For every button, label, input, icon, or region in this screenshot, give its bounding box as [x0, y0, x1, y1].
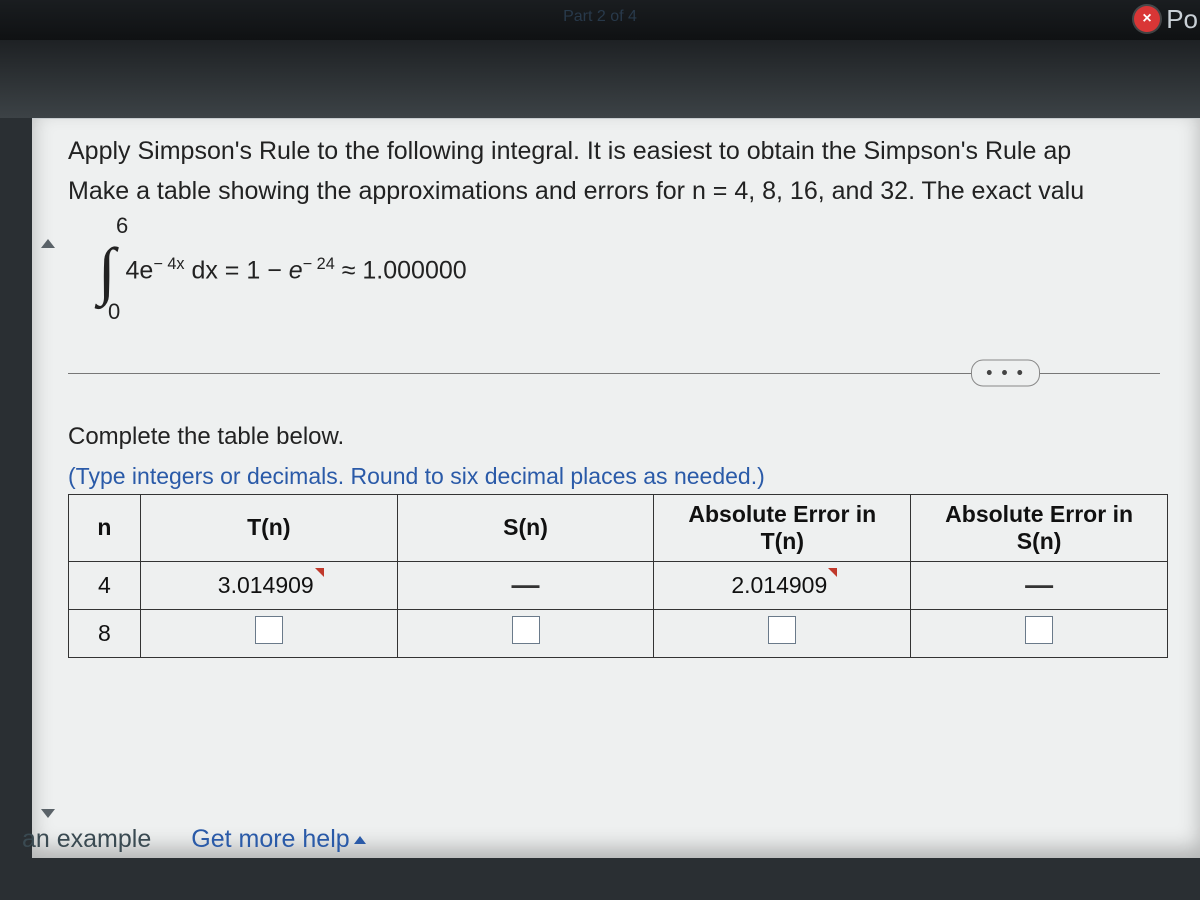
answer-input[interactable]	[255, 616, 283, 644]
table-header-row: n T(n) S(n) Absolute Error in T(n) Absol…	[69, 494, 1168, 561]
col-header-n: n	[69, 494, 141, 561]
integral-upper-limit: 6	[116, 215, 128, 237]
cell-n: 4	[69, 561, 141, 609]
table-row: 8	[69, 609, 1168, 657]
chevron-up-icon	[354, 836, 366, 844]
answer-table: n T(n) S(n) Absolute Error in T(n) Absol…	[68, 494, 1168, 658]
part-indicator: Part 2 of 4	[563, 8, 637, 26]
window-topbar: Part 2 of 4 × Po	[0, 0, 1200, 40]
header-shadow	[0, 40, 1200, 118]
answer-input[interactable]	[1025, 616, 1053, 644]
cell-sn: —	[397, 561, 654, 609]
section-divider: • • •	[68, 353, 1160, 393]
col-header-tn: T(n)	[140, 494, 397, 561]
integral-sign-icon: ∫ 6 0	[98, 239, 116, 303]
scroll-rail	[38, 119, 58, 858]
cell-tn: 3.014909	[140, 561, 397, 609]
filled-answer[interactable]: 3.014909	[218, 572, 320, 599]
dash-icon: —	[512, 569, 540, 600]
col-header-err-sn: Absolute Error in S(n)	[911, 494, 1168, 561]
example-link[interactable]: an example	[22, 825, 151, 854]
col-header-err-tn: Absolute Error in T(n)	[654, 494, 911, 561]
more-options-button[interactable]: • • •	[971, 359, 1040, 386]
bottom-link-row: an example Get more help	[22, 825, 366, 854]
scroll-up-icon[interactable]	[41, 239, 55, 248]
close-icon[interactable]: ×	[1134, 6, 1160, 32]
input-hint: (Type integers or decimals. Round to six…	[68, 463, 1200, 490]
filled-answer[interactable]: 2.014909	[731, 572, 833, 599]
cell-n: 8	[69, 609, 141, 657]
cell-sn	[397, 609, 654, 657]
prompt-line-2: Make a table showing the approximations …	[68, 175, 1200, 209]
cell-err-tn	[654, 609, 911, 657]
table-row: 4 3.014909 — 2.014909 —	[69, 561, 1168, 609]
title-fragment: Po	[1166, 4, 1198, 35]
integral-expression: ∫ 6 0 4e− 4x dx = 1 − e− 24 ≈ 1.000000	[98, 239, 1200, 303]
dash-icon: —	[1025, 569, 1053, 600]
get-more-help-link[interactable]: Get more help	[191, 825, 365, 854]
integral-lower-limit: 0	[108, 301, 120, 323]
answer-input[interactable]	[512, 616, 540, 644]
scroll-down-icon[interactable]	[41, 809, 55, 818]
answer-input[interactable]	[768, 616, 796, 644]
cell-err-sn	[911, 609, 1168, 657]
question-panel: Apply Simpson's Rule to the following in…	[32, 118, 1200, 858]
cell-tn	[140, 609, 397, 657]
section-instruction: Complete the table below.	[68, 423, 1200, 451]
prompt-line-1: Apply Simpson's Rule to the following in…	[68, 135, 1200, 169]
col-header-sn: S(n)	[397, 494, 654, 561]
integrand: 4e− 4x dx = 1 − e− 24 ≈ 1.000000	[126, 255, 467, 285]
cell-err-tn: 2.014909	[654, 561, 911, 609]
cell-err-sn: —	[911, 561, 1168, 609]
